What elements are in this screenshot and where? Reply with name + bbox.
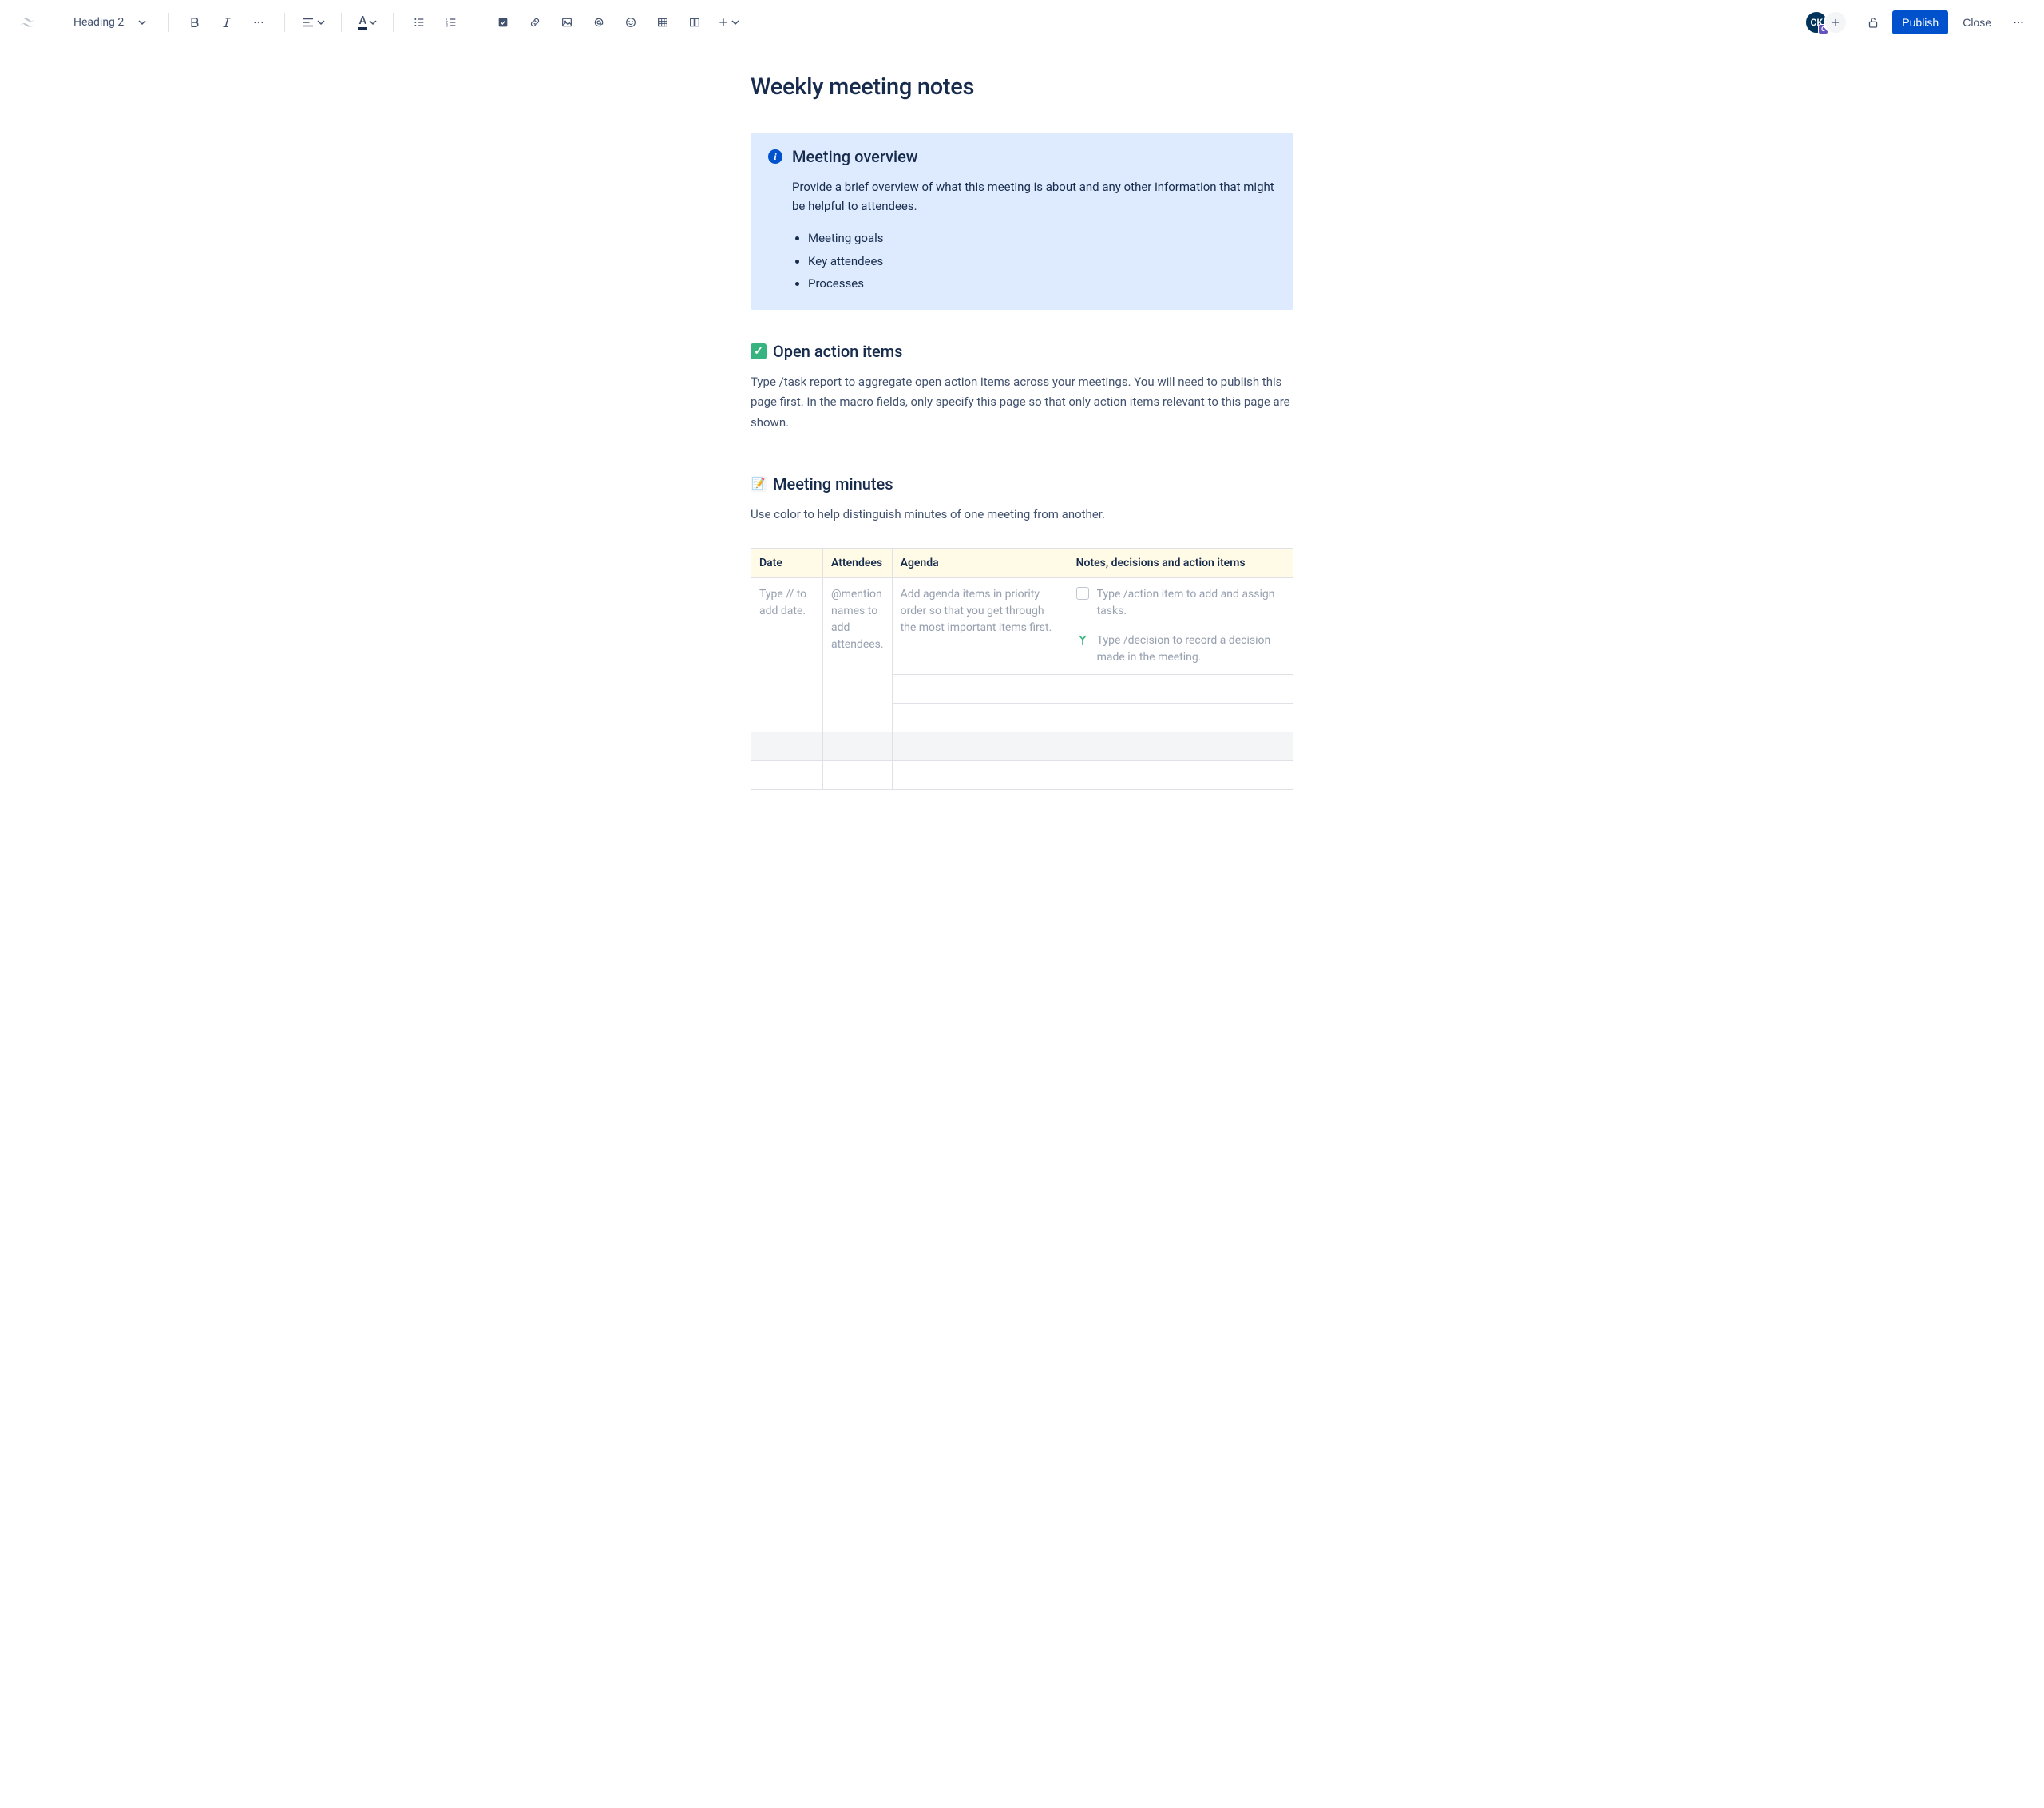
layouts-button[interactable]: [682, 10, 707, 35]
open-action-items-section[interactable]: ✓ Open action items Type /task report to…: [751, 342, 1293, 434]
page-content[interactable]: Weekly meeting notes i Meeting overview …: [719, 45, 1325, 895]
table-cell[interactable]: [892, 760, 1068, 789]
section-heading-text[interactable]: Meeting minutes: [773, 474, 893, 494]
info-panel-description[interactable]: Provide a brief overview of what this me…: [792, 177, 1276, 216]
memo-emoji-icon: 📝: [751, 476, 766, 492]
table-header[interactable]: Agenda: [892, 548, 1068, 577]
table-button[interactable]: [650, 10, 675, 35]
more-actions-button[interactable]: [2006, 10, 2031, 35]
checkbox-icon[interactable]: [1076, 587, 1089, 600]
section-description[interactable]: Use color to help distinguish minutes of…: [751, 505, 1293, 525]
bullet-list-button[interactable]: [406, 10, 432, 35]
info-icon: i: [768, 149, 782, 164]
table-cell[interactable]: [1068, 732, 1293, 760]
info-panel-list[interactable]: Meeting goals Key attendees Processes: [792, 227, 1276, 295]
bold-button[interactable]: [182, 10, 208, 35]
info-panel[interactable]: i Meeting overview Provide a brief overv…: [751, 133, 1293, 310]
table-header-row: Date Attendees Agenda Notes, decisions a…: [751, 548, 1293, 577]
plus-icon: [1830, 17, 1841, 28]
table-cell[interactable]: [823, 732, 893, 760]
table-header[interactable]: Notes, decisions and action items: [1068, 548, 1293, 577]
publish-button[interactable]: Publish: [1892, 10, 1948, 34]
table-cell[interactable]: [1068, 703, 1293, 732]
image-button[interactable]: [554, 10, 580, 35]
table-cell-attendees[interactable]: @mention names to add attendees.: [823, 577, 893, 732]
toolbar-divider: [393, 13, 394, 32]
meeting-minutes-section[interactable]: 📝 Meeting minutes Use color to help dist…: [751, 474, 1293, 790]
heading-style-select[interactable]: Heading 2: [69, 13, 151, 32]
table-cell[interactable]: [892, 674, 1068, 703]
heading-style-label: Heading 2: [73, 16, 124, 29]
restrictions-button[interactable]: [1860, 10, 1886, 35]
emoji-button[interactable]: [618, 10, 644, 35]
table-cell[interactable]: [1068, 674, 1293, 703]
toolbar-divider: [168, 13, 169, 32]
alignment-button[interactable]: [298, 10, 328, 35]
table-cell[interactable]: [892, 732, 1068, 760]
text-color-swatch: [358, 27, 367, 30]
table-row[interactable]: [751, 760, 1293, 789]
add-collaborator-button[interactable]: [1824, 10, 1848, 34]
table-header[interactable]: Attendees: [823, 548, 893, 577]
action-item-placeholder[interactable]: Type /action item to add and assign task…: [1097, 586, 1285, 620]
toolbar-divider: [341, 13, 342, 32]
svg-text:3: 3: [446, 23, 449, 28]
chevron-down-icon: [731, 18, 739, 26]
table-cell-notes[interactable]: Type /action item to add and assign task…: [1068, 577, 1293, 674]
checkmark-emoji-icon: ✓: [751, 343, 766, 359]
text-color-button[interactable]: A: [355, 10, 380, 35]
more-formatting-button[interactable]: [246, 10, 271, 35]
mention-button[interactable]: [586, 10, 612, 35]
collaborator-avatars: CK C: [1804, 10, 1848, 34]
toolbar-divider: [284, 13, 285, 32]
info-panel-heading[interactable]: Meeting overview: [792, 147, 918, 166]
page-title[interactable]: Weekly meeting notes: [751, 73, 1293, 101]
list-item[interactable]: Key attendees: [808, 250, 1276, 273]
numbered-list-button[interactable]: 123: [438, 10, 464, 35]
section-heading[interactable]: ✓ Open action items: [751, 342, 1293, 361]
chevron-down-icon: [369, 18, 377, 26]
decision-icon: [1076, 634, 1089, 647]
list-item[interactable]: Meeting goals: [808, 227, 1276, 250]
section-heading-text[interactable]: Open action items: [773, 342, 902, 361]
table-cell[interactable]: [751, 760, 823, 789]
close-button[interactable]: Close: [1955, 10, 1999, 34]
insert-more-button[interactable]: [714, 10, 743, 35]
link-button[interactable]: [522, 10, 548, 35]
table-row[interactable]: [751, 732, 1293, 760]
decision-placeholder[interactable]: Type /decision to record a decision made…: [1097, 632, 1285, 666]
editor-toolbar: Heading 2 A 123 CK C: [0, 0, 2044, 45]
action-item-button[interactable]: [490, 10, 516, 35]
table-cell[interactable]: [823, 760, 893, 789]
table-cell[interactable]: [1068, 760, 1293, 789]
meeting-minutes-table[interactable]: Date Attendees Agenda Notes, decisions a…: [751, 548, 1293, 790]
table-cell-date[interactable]: Type // to add date.: [751, 577, 823, 732]
chevron-down-icon: [138, 18, 146, 26]
table-cell-agenda[interactable]: Add agenda items in priority order so th…: [892, 577, 1068, 674]
table-row[interactable]: Type // to add date. @mention names to a…: [751, 577, 1293, 674]
chevron-down-icon: [317, 18, 325, 26]
confluence-logo-icon: [18, 13, 37, 32]
table-cell[interactable]: [751, 732, 823, 760]
table-header[interactable]: Date: [751, 548, 823, 577]
section-heading[interactable]: 📝 Meeting minutes: [751, 474, 1293, 494]
section-description[interactable]: Type /task report to aggregate open acti…: [751, 372, 1293, 434]
text-color-letter: A: [359, 15, 366, 26]
italic-button[interactable]: [214, 10, 240, 35]
list-item[interactable]: Processes: [808, 272, 1276, 295]
table-cell[interactable]: [892, 703, 1068, 732]
